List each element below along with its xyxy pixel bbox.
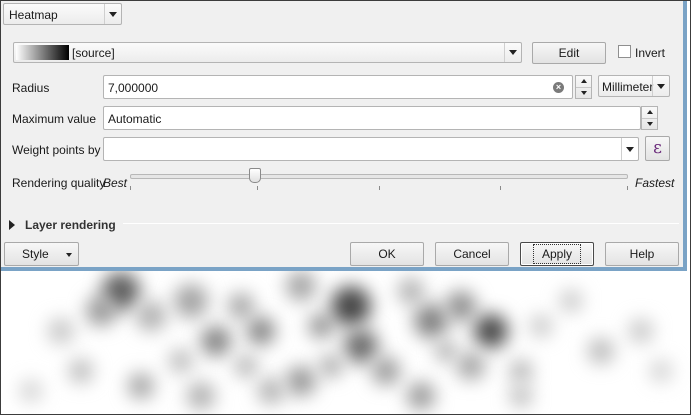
ok-button-label: OK <box>378 247 396 261</box>
heat-blob <box>187 382 215 410</box>
radius-input[interactable]: 7,000000 × <box>103 75 573 99</box>
radius-label: Radius <box>12 81 50 95</box>
heat-blob <box>510 360 532 382</box>
heat-blob <box>407 382 435 410</box>
heat-blob <box>398 278 424 304</box>
heat-blob <box>457 352 485 380</box>
heat-blob <box>588 338 614 364</box>
radius-unit-value: Millimeter <box>602 80 654 94</box>
heat-blob <box>372 357 400 385</box>
slider-tick <box>627 186 628 190</box>
style-menu-button[interactable]: Style <box>4 242 79 266</box>
heat-blob <box>69 359 93 383</box>
max-value-spinner[interactable] <box>641 106 658 130</box>
style-button-label: Style <box>22 247 49 261</box>
section-divider <box>123 223 679 224</box>
edit-ramp-button[interactable]: Edit <box>532 42 606 64</box>
chevron-down-icon[interactable] <box>621 138 638 160</box>
spin-up-icon[interactable] <box>642 107 657 118</box>
invert-checkbox[interactable] <box>618 45 631 58</box>
heat-blob <box>228 293 254 319</box>
heatmap-map-canvas[interactable] <box>1 271 690 414</box>
chevron-down-icon <box>66 253 72 257</box>
help-button-label: Help <box>629 247 655 261</box>
heat-blob <box>48 318 74 344</box>
heat-blob <box>510 385 532 407</box>
heat-blob <box>169 349 193 373</box>
heat-blob <box>128 373 154 399</box>
heat-blob <box>86 296 116 326</box>
heat-blob <box>629 319 653 343</box>
heat-blob <box>20 380 42 402</box>
layer-rendering-label: Layer rendering <box>25 218 116 232</box>
heat-blob <box>560 290 582 312</box>
quality-label: Rendering quality <box>12 176 106 190</box>
slider-tick <box>500 186 501 190</box>
slider-handle[interactable] <box>249 168 261 183</box>
chevron-down-icon[interactable] <box>652 76 669 96</box>
slider-tick <box>130 186 131 190</box>
expression-icon: ε <box>653 138 662 158</box>
heat-blob <box>331 286 371 326</box>
chevron-down-icon[interactable] <box>104 4 121 24</box>
heat-blob <box>286 366 316 396</box>
spin-down-icon[interactable] <box>642 117 657 130</box>
cancel-button-label: Cancel <box>453 247 491 261</box>
window-frame: Heatmap [source] Edit Invert Radius 7,00… <box>0 0 691 415</box>
heat-blob <box>474 314 508 348</box>
color-ramp-combo[interactable]: [source] <box>13 42 522 63</box>
heat-blob <box>446 291 476 321</box>
spin-up-icon[interactable] <box>576 76 591 87</box>
heat-blob <box>344 329 378 363</box>
heat-blob <box>436 341 456 361</box>
apply-button-label: Apply <box>532 244 582 264</box>
max-value-value: Automatic <box>108 112 162 126</box>
slider-tick <box>379 186 380 190</box>
radius-value: 7,000000 <box>108 81 159 95</box>
color-ramp-label: [source] <box>72 46 115 60</box>
max-value-input[interactable]: Automatic <box>103 106 641 130</box>
clear-icon[interactable]: × <box>553 82 564 93</box>
renderer-type-combo[interactable]: Heatmap <box>3 3 122 25</box>
heat-blob <box>650 360 672 382</box>
heat-blob <box>414 304 448 338</box>
max-value-label: Maximum value <box>12 112 97 126</box>
radius-unit-combo[interactable]: Millimeter <box>598 75 670 97</box>
layer-properties-dialog: Heatmap [source] Edit Invert Radius 7,00… <box>1 1 687 271</box>
heat-blob <box>530 315 552 337</box>
weight-field-combo[interactable] <box>103 137 639 161</box>
heat-blob <box>136 301 166 331</box>
slider-groove <box>130 174 628 179</box>
invert-label: Invert <box>635 46 666 60</box>
ok-button[interactable]: OK <box>350 242 424 266</box>
heat-blob <box>247 317 275 345</box>
layer-rendering-toggle[interactable]: Layer rendering <box>9 216 119 234</box>
heat-blob <box>320 355 342 377</box>
weight-label: Weight points by <box>12 143 101 157</box>
heat-blob <box>174 284 208 318</box>
heat-blob <box>309 314 333 338</box>
quality-fastest-label: Fastest <box>635 176 675 190</box>
color-ramp-preview <box>16 45 69 60</box>
spin-down-icon[interactable] <box>576 86 591 99</box>
expression-button[interactable]: ε <box>645 136 670 161</box>
help-button[interactable]: Help <box>605 242 679 266</box>
radius-spinner[interactable] <box>575 75 592 99</box>
edit-ramp-label: Edit <box>558 46 580 60</box>
slider-tick <box>257 186 258 190</box>
chevron-down-icon[interactable] <box>504 43 521 62</box>
cancel-button[interactable]: Cancel <box>435 242 509 266</box>
heat-blob <box>286 271 316 301</box>
heat-blob <box>201 326 231 356</box>
expand-triangle-icon <box>9 220 15 230</box>
apply-button[interactable]: Apply <box>520 242 594 266</box>
heat-blob <box>235 355 257 377</box>
renderer-type-value: Heatmap <box>9 8 58 22</box>
quality-slider[interactable] <box>130 168 628 191</box>
quality-best-label: Best <box>103 176 128 190</box>
heat-blob <box>258 378 284 404</box>
